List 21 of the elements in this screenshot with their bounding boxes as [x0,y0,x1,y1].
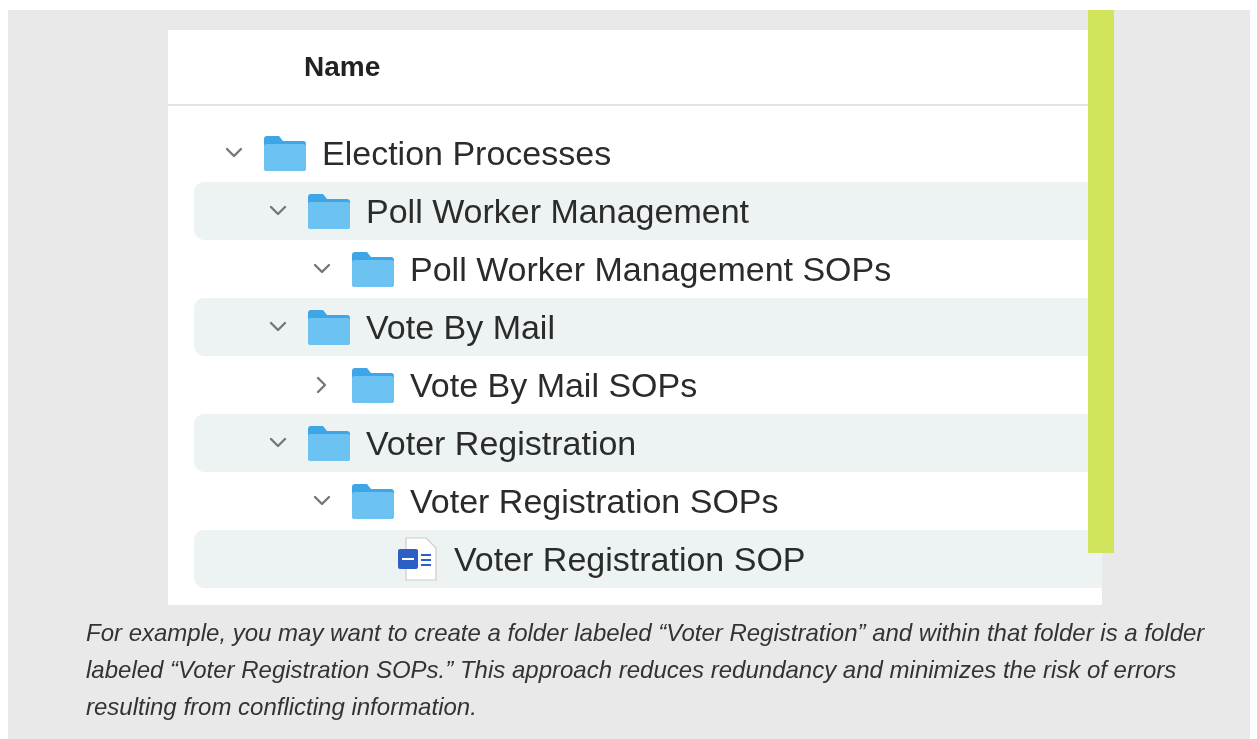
chevron-down-icon[interactable] [268,437,288,449]
chevron-down-icon[interactable] [268,321,288,333]
folder-icon [306,191,352,231]
folder-icon [350,249,396,289]
folder-icon [262,133,308,173]
folder-name[interactable]: Election Processes [322,133,612,173]
folder-icon [306,307,352,347]
chevron-right-icon[interactable] [316,375,328,395]
folder-icon [350,481,396,521]
folder-icon [306,423,352,463]
caption-text: For example, you may want to create a folder labeled “Voter Registration” and within that folder is a folder labeled “Voter Registration SOPs.” This approach reduces redundancy and minimizes the risk of errors resulting from conflicting information. [86,618,1206,722]
folder-icon [350,365,396,405]
chevron-down-icon[interactable] [312,263,332,275]
chevron-down-icon[interactable] [312,495,332,507]
folder-name[interactable]: Voter Registration SOPs [410,481,779,521]
chevron-down-icon[interactable] [224,147,244,159]
folder-name[interactable]: Vote By Mail SOPs [410,365,698,405]
folder-name[interactable]: Vote By Mail [366,307,555,347]
name-column-header[interactable]: Name [304,51,381,83]
folder-name[interactable]: Poll Worker Management SOPs [410,249,892,289]
chevron-down-icon[interactable] [268,205,288,217]
